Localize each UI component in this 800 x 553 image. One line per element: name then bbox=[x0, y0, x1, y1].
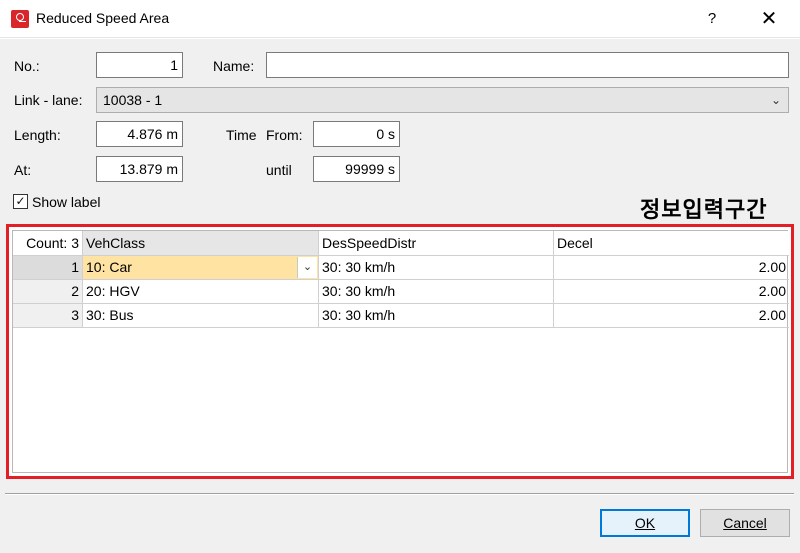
name-field[interactable] bbox=[266, 52, 789, 78]
length-label: Length: bbox=[14, 127, 61, 143]
vehclass-cell[interactable]: 20: HGV bbox=[83, 280, 319, 304]
dialog-body: No.: 1 Name: Link - lane: 10038 - 1 ⌄ Le… bbox=[0, 39, 800, 553]
show-label-text: Show label bbox=[32, 194, 101, 210]
ok-button-label: OK bbox=[634, 515, 656, 531]
close-icon[interactable]: ✕ bbox=[751, 2, 787, 36]
from-field[interactable]: 0 s bbox=[313, 121, 400, 147]
grid-count-header: Count: 3 bbox=[13, 231, 83, 256]
annotation-text: 정보입력구간 bbox=[640, 198, 768, 223]
ok-button[interactable]: OK bbox=[600, 509, 690, 537]
column-header-vehclass[interactable]: VehClass bbox=[83, 231, 319, 256]
time-label: Time bbox=[226, 127, 257, 143]
decel-cell[interactable]: 2.00 bbox=[554, 256, 789, 280]
from-label: From: bbox=[266, 127, 303, 143]
length-field[interactable]: 4.876 m bbox=[96, 121, 183, 147]
app-icon bbox=[11, 10, 29, 28]
desspeed-cell[interactable]: 30: 30 km/h bbox=[319, 304, 554, 328]
cancel-button-label: Cancel bbox=[723, 515, 767, 531]
column-header-desspeeddistr[interactable]: DesSpeedDistr bbox=[319, 231, 554, 256]
vehclass-value: 10: Car bbox=[86, 259, 132, 275]
decel-cell[interactable]: 2.00 bbox=[554, 280, 789, 304]
data-grid: Count: 3 VehClass DesSpeedDistr Decel 1 … bbox=[12, 230, 789, 473]
divider bbox=[5, 493, 794, 495]
window-title: Reduced Speed Area bbox=[36, 10, 170, 26]
until-field[interactable]: 99999 s bbox=[313, 156, 400, 182]
vehclass-cell[interactable]: 30: Bus bbox=[83, 304, 319, 328]
link-lane-dropdown[interactable]: 10038 - 1 ⌄ bbox=[96, 87, 789, 113]
title-bar: Reduced Speed Area ? ✕ bbox=[0, 0, 800, 38]
help-button[interactable]: ? bbox=[696, 2, 728, 36]
decel-cell[interactable]: 2.00 bbox=[554, 304, 789, 328]
link-lane-value: 10038 - 1 bbox=[103, 92, 163, 108]
row-number[interactable]: 1 bbox=[13, 256, 83, 280]
at-label: At: bbox=[14, 162, 32, 178]
desspeed-cell[interactable]: 30: 30 km/h bbox=[319, 280, 554, 304]
at-field[interactable]: 13.879 m bbox=[96, 156, 183, 182]
no-field[interactable]: 1 bbox=[96, 52, 183, 78]
until-label: until bbox=[266, 162, 292, 178]
column-header-decel[interactable]: Decel bbox=[554, 231, 789, 256]
row-number[interactable]: 3 bbox=[13, 304, 83, 328]
row-number[interactable]: 2 bbox=[13, 280, 83, 304]
chevron-down-icon[interactable]: ⌄ bbox=[297, 257, 317, 278]
chevron-down-icon: ⌄ bbox=[770, 93, 782, 107]
no-label: No.: bbox=[14, 58, 40, 74]
highlight-frame: Count: 3 VehClass DesSpeedDistr Decel 1 … bbox=[6, 224, 794, 479]
name-label: Name: bbox=[213, 58, 255, 74]
desspeed-cell[interactable]: 30: 30 km/h bbox=[319, 256, 554, 280]
link-lane-label: Link - lane: bbox=[14, 92, 83, 108]
cancel-button[interactable]: Cancel bbox=[700, 509, 790, 537]
vehclass-cell-editing[interactable]: 10: Car ⌄ bbox=[83, 256, 319, 280]
show-label-checkbox[interactable]: ✓ bbox=[13, 194, 28, 209]
